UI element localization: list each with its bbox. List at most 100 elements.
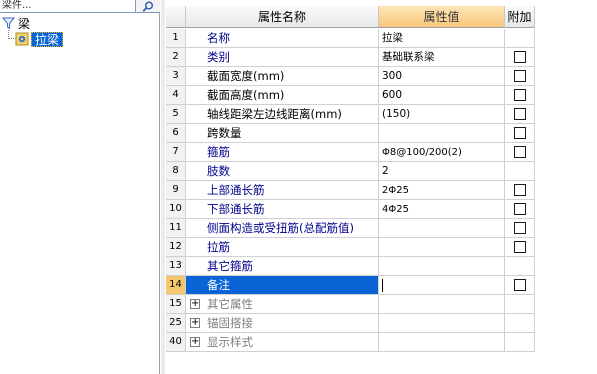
property-row[interactable]: 6 跨数量 <box>166 124 597 143</box>
header-name[interactable]: 属性名称 <box>186 6 379 28</box>
extra-cell <box>505 257 535 276</box>
group-name[interactable]: + 显示样式 <box>186 333 379 352</box>
property-value-text: 拉梁 <box>382 32 403 44</box>
extra-checkbox[interactable] <box>514 146 526 158</box>
group-label: 锚固搭接 <box>207 316 253 330</box>
property-value[interactable] <box>379 257 505 276</box>
property-group-row[interactable]: 15 + 其它属性 <box>166 295 597 314</box>
property-name[interactable]: 上部通长筋 <box>186 181 379 200</box>
extra-checkbox[interactable] <box>514 108 526 120</box>
property-row[interactable]: 2 类别 基础联系梁 <box>166 48 597 67</box>
extra-cell <box>505 162 535 181</box>
property-value[interactable]: (150) <box>379 105 505 124</box>
extra-checkbox[interactable] <box>514 222 526 234</box>
property-row[interactable]: 8 肢数 2 <box>166 162 597 181</box>
expand-icon[interactable]: + <box>190 318 200 328</box>
property-row[interactable]: 5 轴线距梁左边线距离(mm) (150) <box>166 105 597 124</box>
row-number: 11 <box>166 219 186 238</box>
header-extra[interactable]: 附加 <box>505 6 535 28</box>
row-number: 2 <box>166 48 186 67</box>
property-row[interactable]: 7 箍筋 Φ8@100/200(2) <box>166 143 597 162</box>
property-value[interactable]: Φ8@100/200(2) <box>379 143 505 162</box>
property-name[interactable]: 轴线距梁左边线距离(mm) <box>186 105 379 124</box>
property-name[interactable]: 其它箍筋 <box>186 257 379 276</box>
extra-cell <box>505 143 535 162</box>
property-name[interactable]: 跨数量 <box>186 124 379 143</box>
group-label: 显示样式 <box>207 335 253 349</box>
property-value-text: (150) <box>382 108 411 120</box>
property-row[interactable]: 1 名称 拉梁 <box>166 29 597 48</box>
property-group-row[interactable]: 25 + 锚固搭接 <box>166 314 597 333</box>
property-row[interactable]: 14 备注 <box>166 276 597 295</box>
property-value[interactable] <box>379 238 505 257</box>
extra-checkbox[interactable] <box>514 184 526 196</box>
property-name[interactable]: 侧面构造或受扭筋(总配筋值) <box>186 219 379 238</box>
property-name[interactable]: 名称 <box>186 29 379 48</box>
row-number: 7 <box>166 143 186 162</box>
extra-checkbox[interactable] <box>514 70 526 82</box>
property-name[interactable]: 备注 <box>186 276 379 295</box>
property-row[interactable]: 10 下部通长筋 4Φ25 <box>166 200 597 219</box>
property-row[interactable]: 13 其它箍筋 <box>166 257 597 276</box>
property-name[interactable]: 箍筋 <box>186 143 379 162</box>
header-corner <box>166 6 186 28</box>
property-row[interactable]: 12 拉筋 <box>166 238 597 257</box>
property-value <box>379 295 505 314</box>
property-value[interactable] <box>379 276 505 295</box>
extra-cell <box>505 295 535 314</box>
extra-cell <box>505 67 535 86</box>
property-value[interactable] <box>379 124 505 143</box>
group-name[interactable]: + 锚固搭接 <box>186 314 379 333</box>
property-value-text: 300 <box>382 70 403 82</box>
property-value[interactable]: 300 <box>379 67 505 86</box>
property-name[interactable]: 类别 <box>186 48 379 67</box>
property-name[interactable]: 截面高度(mm) <box>186 86 379 105</box>
extra-cell <box>505 333 535 352</box>
row-number: 9 <box>166 181 186 200</box>
extra-checkbox[interactable] <box>514 203 526 215</box>
property-name[interactable]: 截面宽度(mm) <box>186 67 379 86</box>
property-value[interactable]: 600 <box>379 86 505 105</box>
property-row[interactable]: 4 截面高度(mm) 600 <box>166 86 597 105</box>
row-number: 12 <box>166 238 186 257</box>
property-value[interactable]: 2Φ25 <box>379 181 505 200</box>
extra-checkbox[interactable] <box>514 241 526 253</box>
extra-checkbox[interactable] <box>514 127 526 139</box>
tree-panel: 梁件... 梁 拉梁 <box>0 0 160 374</box>
tree-node-child[interactable]: 拉梁 <box>15 31 64 47</box>
property-value[interactable]: 基础联系梁 <box>379 48 505 67</box>
property-row[interactable]: 9 上部通长筋 2Φ25 <box>166 181 597 200</box>
extra-cell <box>505 29 535 48</box>
property-name[interactable]: 下部通长筋 <box>186 200 379 219</box>
group-name[interactable]: + 其它属性 <box>186 295 379 314</box>
header-value[interactable]: 属性值 <box>379 6 505 28</box>
expand-icon[interactable]: + <box>190 337 200 347</box>
row-number: 3 <box>166 67 186 86</box>
property-value[interactable]: 4Φ25 <box>379 200 505 219</box>
property-value-text: Φ8@100/200(2) <box>382 147 462 158</box>
property-name[interactable]: 肢数 <box>186 162 379 181</box>
expand-icon[interactable]: + <box>190 299 200 309</box>
extra-checkbox[interactable] <box>514 89 526 101</box>
property-value[interactable]: 拉梁 <box>379 29 505 48</box>
property-value[interactable] <box>379 219 505 238</box>
tree-node-root[interactable]: 梁 <box>2 15 30 31</box>
splitter[interactable] <box>161 0 165 374</box>
property-row[interactable]: 11 侧面构造或受扭筋(总配筋值) <box>166 219 597 238</box>
property-group-row[interactable]: 40 + 显示样式 <box>166 333 597 352</box>
search-button[interactable] <box>136 0 160 13</box>
property-value-text: 4Φ25 <box>382 204 409 215</box>
property-value-text: 2 <box>382 165 389 177</box>
tree-node-child-label: 拉梁 <box>31 31 64 47</box>
text-caret <box>382 278 383 292</box>
property-value[interactable]: 2 <box>379 162 505 181</box>
search-input[interactable]: 梁件... <box>0 0 136 13</box>
extra-checkbox[interactable] <box>514 279 526 291</box>
gear-icon <box>15 32 29 46</box>
extra-checkbox[interactable] <box>514 51 526 63</box>
property-name[interactable]: 拉筋 <box>186 238 379 257</box>
property-value <box>379 333 505 352</box>
row-number: 8 <box>166 162 186 181</box>
property-row[interactable]: 3 截面宽度(mm) 300 <box>166 67 597 86</box>
extra-cell <box>505 181 535 200</box>
